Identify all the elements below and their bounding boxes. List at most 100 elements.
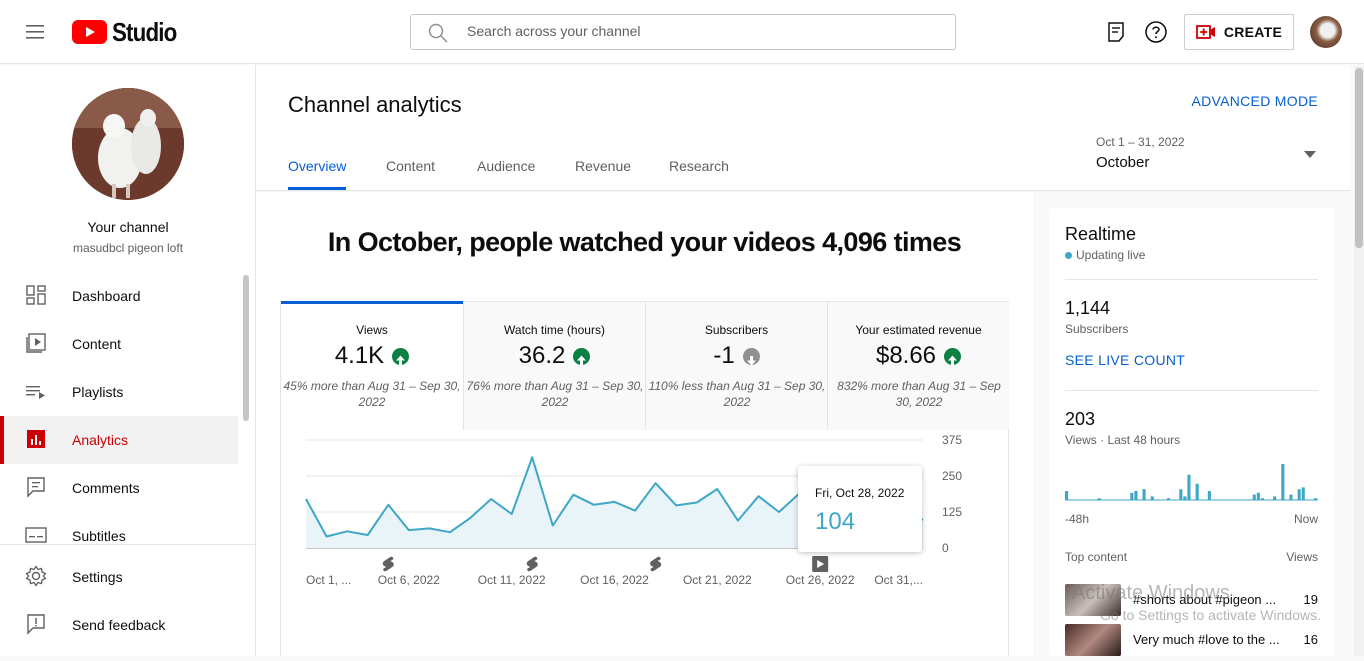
- feedback-icon: [27, 614, 45, 635]
- metric-watch-time[interactable]: Watch time (hours) 36.2 76% more than Au…: [463, 302, 645, 430]
- tab-revenue[interactable]: Revenue: [575, 158, 631, 174]
- data-point: [510, 512, 514, 516]
- data-point: [633, 509, 637, 513]
- realtime-bar: [1207, 491, 1211, 500]
- data-point: [715, 487, 719, 491]
- sidebar-scrollbar[interactable]: [243, 275, 249, 421]
- sidebar-item-label: Settings: [72, 569, 123, 585]
- trend-up-icon: [944, 347, 962, 365]
- sidebar-item-analytics[interactable]: Analytics: [0, 416, 238, 464]
- metric-value: -1: [713, 342, 735, 369]
- page-scrollbar[interactable]: [1354, 66, 1364, 656]
- video-views: 16: [1303, 632, 1318, 647]
- tab-research[interactable]: Research: [669, 158, 729, 174]
- sidebar-item-content[interactable]: Content: [0, 320, 238, 368]
- data-point: [489, 497, 493, 501]
- subscriber-count: 1,144: [1065, 298, 1111, 318]
- video-title: Very much #love to the ...: [1133, 632, 1280, 647]
- active-tab-indicator: [288, 187, 346, 190]
- realtime-bar-chart[interactable]: [1065, 458, 1318, 504]
- top-content-label: Top content: [1065, 550, 1128, 564]
- sidebar: Your channel masudbcl pigeon loft Dashbo…: [0, 65, 256, 656]
- shorts-marker-icon: [382, 556, 394, 572]
- sidebar-item-dashboard[interactable]: Dashboard: [0, 272, 238, 320]
- shorts-marker-icon: [526, 556, 538, 572]
- realtime-bar: [1301, 487, 1305, 500]
- data-point: [386, 503, 390, 507]
- sidebar-item-label: Comments: [72, 480, 140, 496]
- data-point: [427, 526, 431, 530]
- metric-comparison: 110% less than Aug 31 – Sep 30, 2022: [648, 379, 826, 409]
- channel-avatar[interactable]: [72, 88, 184, 200]
- live-status-text: Updating live: [1076, 248, 1146, 262]
- page-scrollbar-thumb[interactable]: [1355, 68, 1363, 248]
- watermark-line-2: Go to Settings to activate Windows.: [1100, 607, 1321, 623]
- help-icon[interactable]: [1144, 20, 1168, 44]
- activate-windows-watermark: Activate Windows Go to Settings to activ…: [1072, 582, 1321, 626]
- realtime-bar: [1097, 498, 1101, 500]
- metric-subscribers[interactable]: Subscribers -1 110% less than Aug 31 – S…: [645, 302, 827, 430]
- dropdown-caret-icon[interactable]: [1304, 151, 1316, 159]
- hamburger-menu-icon[interactable]: [22, 20, 50, 44]
- data-point: [345, 529, 349, 533]
- subtitles-icon: [25, 527, 47, 543]
- top-content-item[interactable]: Very much #love to the ... 16: [1065, 624, 1318, 656]
- realtime-bar: [1289, 494, 1293, 500]
- playlists-icon: [26, 386, 45, 399]
- data-point: [756, 494, 760, 498]
- data-point: [530, 455, 534, 459]
- x-tick-label: Oct 16, 2022: [580, 573, 649, 587]
- create-button[interactable]: CREATE: [1184, 14, 1294, 50]
- create-video-icon: [1195, 25, 1215, 39]
- search-input[interactable]: [467, 23, 937, 39]
- metric-revenue[interactable]: Your estimated revenue $8.66 832% more t…: [827, 302, 1009, 430]
- realtime-axis-end: Now: [1293, 512, 1318, 526]
- realtime-bar: [1313, 498, 1317, 500]
- metric-tabs: Views 4.1K 45% more than Aug 31 – Sep 30…: [280, 301, 1009, 430]
- trend-up-icon: [392, 347, 410, 365]
- overview-card: In October, people watched your videos 4…: [256, 192, 1033, 656]
- metric-value: $8.66: [875, 342, 937, 369]
- see-live-count-link[interactable]: SEE LIVE COUNT: [1065, 352, 1185, 368]
- metric-title: Views: [356, 323, 388, 337]
- live-dot-icon: [1065, 251, 1072, 259]
- account-avatar[interactable]: [1310, 16, 1342, 48]
- date-period-select[interactable]: October: [1096, 154, 1149, 171]
- top-bar: Studio CREATE: [0, 0, 1364, 64]
- data-point: [736, 519, 740, 523]
- data-point: [551, 524, 555, 528]
- data-point: [592, 503, 596, 507]
- sidebar-item-send-feedback[interactable]: Send feedback: [0, 601, 238, 649]
- metric-views[interactable]: Views 4.1K 45% more than Aug 31 – Sep 30…: [281, 301, 463, 430]
- sidebar-item-playlists[interactable]: Playlists: [0, 368, 238, 416]
- realtime-bar: [1256, 492, 1260, 500]
- tab-content[interactable]: Content: [386, 158, 435, 174]
- x-tick-label: Oct 31,...: [874, 573, 923, 587]
- views-headline: In October, people watched your videos 4…: [327, 227, 962, 257]
- data-point: [407, 528, 411, 532]
- realtime-bar: [1130, 492, 1134, 500]
- advanced-mode-link[interactable]: ADVANCED MODE: [1191, 93, 1318, 109]
- watermark-line-1: Activate Windows: [1072, 582, 1230, 604]
- sidebar-item-comments[interactable]: Comments: [0, 464, 238, 512]
- realtime-bar: [1183, 496, 1187, 500]
- search-bar[interactable]: [410, 14, 956, 50]
- data-point: [469, 516, 473, 520]
- tab-overview[interactable]: Overview: [288, 158, 346, 174]
- tab-audience[interactable]: Audience: [477, 158, 535, 174]
- feedback-messages-icon[interactable]: [1104, 20, 1128, 44]
- sidebar-item-settings[interactable]: Settings: [0, 553, 238, 601]
- sidebar-item-label: Send feedback: [72, 617, 166, 633]
- x-tick-label: Oct 6, 2022: [378, 573, 440, 587]
- date-range-text[interactable]: Oct 1 – 31, 2022: [1096, 135, 1185, 149]
- youtube-studio-logo[interactable]: Studio: [72, 17, 187, 47]
- y-tick-label: 125: [942, 505, 962, 519]
- data-point: [654, 481, 658, 485]
- page-title: Channel analytics: [288, 92, 462, 117]
- metric-comparison: 832% more than Aug 31 – Sep 30, 2022: [837, 379, 1001, 409]
- data-point: [695, 500, 699, 504]
- data-point: [613, 500, 617, 504]
- shorts-marker-icon: [650, 556, 662, 572]
- x-tick-label: Oct 26, 2022: [786, 573, 855, 587]
- tooltip-date: Fri, Oct 28, 2022: [815, 486, 905, 500]
